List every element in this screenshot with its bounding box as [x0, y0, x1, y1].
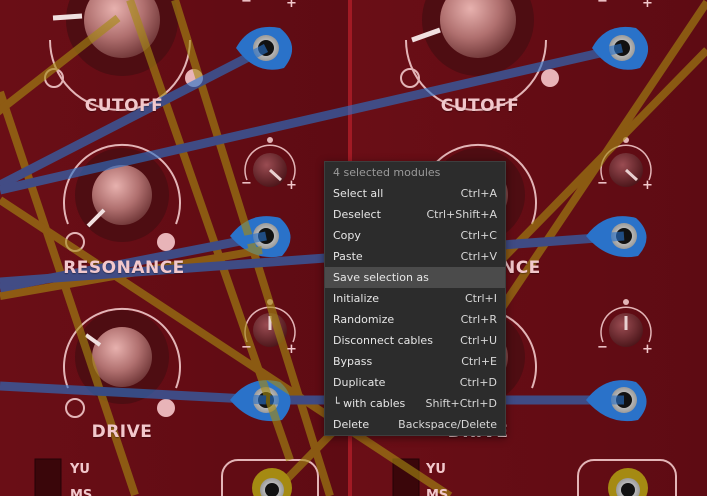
menu-item-label: Initialize	[333, 292, 380, 305]
context-menu-header-label: 4 selected modules	[333, 166, 441, 179]
menu-item-delete[interactable]: Delete Backspace/Delete	[325, 414, 505, 435]
menu-item-label: Select all	[333, 187, 384, 200]
menu-item-paste[interactable]: Paste Ctrl+V	[325, 246, 505, 267]
menu-item-randomize[interactable]: Randomize Ctrl+R	[325, 309, 505, 330]
mode-switch-label-bottom: MS	[70, 488, 93, 496]
plus-sign: +	[642, 342, 653, 357]
context-menu: 4 selected modules Select all Ctrl+A Des…	[324, 161, 506, 436]
menu-item-shortcut: Ctrl+V	[460, 250, 497, 263]
mode-switch-label-top-right: YU	[426, 462, 446, 477]
mode-switch-label-top: YU	[70, 462, 90, 477]
menu-item-label: Delete	[333, 418, 370, 431]
menu-item-shortcut: Ctrl+A	[460, 187, 497, 200]
cutoff-label: CUTOFF	[84, 96, 164, 116]
menu-item-shortcut: Ctrl+D	[459, 376, 497, 389]
menu-item-shortcut: Backspace/Delete	[398, 418, 497, 431]
menu-item-shortcut: Ctrl+C	[460, 229, 497, 242]
resonance-label: RESONANCE	[63, 258, 185, 278]
plus-sign: +	[286, 342, 297, 357]
menu-item-shortcut: Ctrl+E	[461, 355, 497, 368]
menu-item-label: Copy	[333, 229, 361, 242]
menu-item-duplicate[interactable]: Duplicate Ctrl+D	[325, 372, 505, 393]
context-menu-header: 4 selected modules	[325, 162, 505, 183]
menu-item-label: └ with cables	[333, 397, 406, 410]
menu-item-deselect[interactable]: Deselect Ctrl+Shift+A	[325, 204, 505, 225]
menu-item-initialize[interactable]: Initialize Ctrl+I	[325, 288, 505, 309]
minus-sign: −	[597, 0, 608, 9]
plus-sign: +	[642, 0, 653, 11]
mode-switch-label-bottom-right: MS	[426, 488, 449, 496]
plus-sign: +	[286, 178, 297, 193]
menu-item-label: Disconnect cables	[333, 334, 433, 347]
menu-item-label: Save selection as	[333, 271, 429, 284]
menu-item-label: Deselect	[333, 208, 381, 221]
menu-item-disconnect-cables[interactable]: Disconnect cables Ctrl+U	[325, 330, 505, 351]
drive-label: DRIVE	[91, 422, 153, 442]
minus-sign: −	[597, 340, 608, 355]
menu-item-shortcut: Ctrl+I	[464, 292, 497, 305]
menu-item-label: Paste	[333, 250, 363, 263]
minus-sign: −	[241, 176, 252, 191]
drive-max-marker	[157, 399, 175, 417]
minus-sign: −	[597, 176, 608, 191]
rack-viewport: CUTOFF RESONANCE DRIVE YU MS − + − + − +…	[0, 0, 707, 496]
menu-item-label: Duplicate	[333, 376, 386, 389]
menu-item-label: Randomize	[333, 313, 395, 326]
minus-sign: −	[241, 340, 252, 355]
menu-item-select-all[interactable]: Select all Ctrl+A	[325, 183, 505, 204]
menu-item-copy[interactable]: Copy Ctrl+C	[325, 225, 505, 246]
menu-item-shortcut: Ctrl+R	[460, 313, 497, 326]
plus-sign: +	[286, 0, 297, 11]
menu-item-shortcut: Ctrl+Shift+A	[426, 208, 497, 221]
plus-sign: +	[642, 178, 653, 193]
menu-item-save-selection-as[interactable]: Save selection as	[325, 267, 505, 288]
menu-item-shortcut: Shift+Ctrl+D	[425, 397, 497, 410]
menu-item-duplicate-with-cables[interactable]: └ with cables Shift+Ctrl+D	[325, 393, 505, 414]
menu-item-bypass[interactable]: Bypass Ctrl+E	[325, 351, 505, 372]
cutoff-label-right: CUTOFF	[440, 96, 520, 116]
resonance-max-marker	[157, 233, 175, 251]
cutoff-max-marker-right	[541, 69, 559, 87]
menu-item-shortcut: Ctrl+U	[460, 334, 497, 347]
minus-sign: −	[241, 0, 252, 9]
menu-item-label: Bypass	[333, 355, 373, 368]
mode-switch[interactable]	[34, 458, 62, 496]
